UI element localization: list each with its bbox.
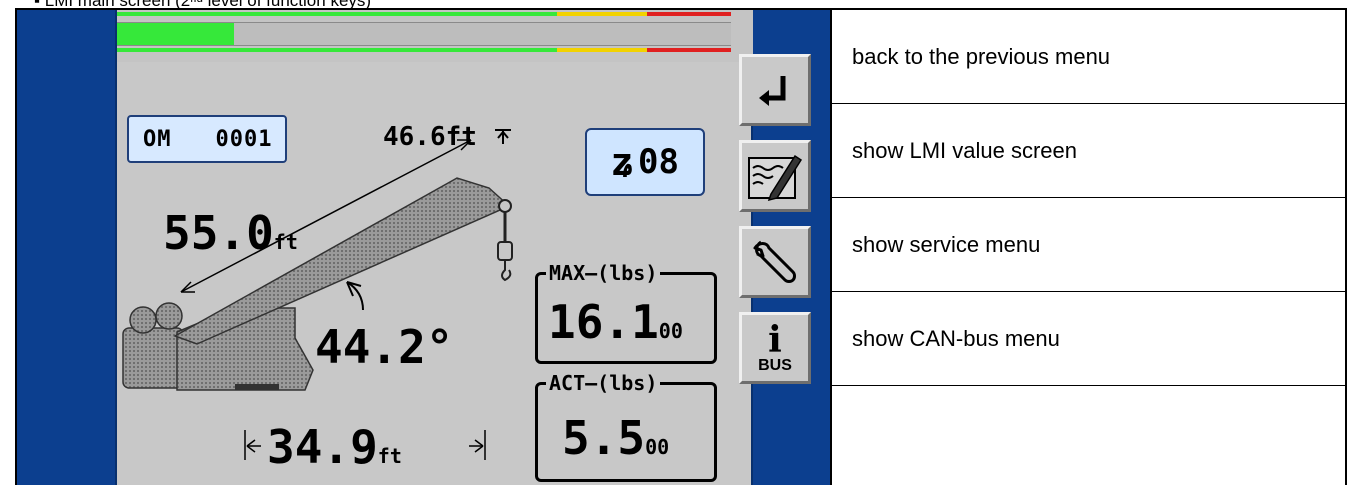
legend-text-lmi-values: show LMI value screen: [852, 137, 1077, 163]
legend-text-service: show service menu: [852, 231, 1041, 257]
info-bus-icon: i BUS: [758, 319, 792, 374]
lmi-values-function-key[interactable]: [739, 140, 811, 212]
reeving-value: 08: [637, 142, 679, 182]
boom-angle-value: 44.2°: [315, 320, 454, 374]
legend-row-back: back to the previous menu: [832, 10, 1347, 104]
actual-load-label: ACT—(lbs): [546, 371, 661, 395]
bus-icon-label: BUS: [758, 357, 792, 374]
max-load-box: MAX—(lbs) 16.100: [535, 261, 717, 364]
lmi-display-panel: OM 0001 46.6ft ʑ 08 55.0ft 44.2° 34.9ft …: [17, 10, 830, 485]
operating-mode-code: 0001: [215, 126, 273, 152]
lmi-screen: OM 0001 46.6ft ʑ 08 55.0ft 44.2° 34.9ft …: [115, 10, 753, 485]
actual-load-readout: 5.500: [562, 411, 669, 465]
function-key-legend: back to the previous menu show LMI value…: [830, 10, 1347, 485]
tip-height-value: 46.6ft: [383, 122, 477, 152]
back-function-key[interactable]: [739, 54, 811, 126]
radius-unit: ft: [377, 444, 402, 468]
radius-value: 34.9: [267, 420, 378, 474]
max-load-label: MAX—(lbs): [546, 261, 661, 285]
radius-readout: 34.9ft: [267, 420, 402, 474]
legend-text-can-bus: show CAN-bus menu: [852, 325, 1060, 351]
operating-mode-display: OM 0001: [127, 115, 287, 163]
can-bus-function-key[interactable]: i BUS: [739, 312, 811, 384]
operating-mode-label: OM: [143, 126, 172, 152]
actual-load-value: 5.5: [562, 411, 646, 465]
max-load-readout: 16.100: [548, 295, 683, 349]
boom-length-unit: ft: [273, 230, 298, 254]
legend-row-service: show service menu: [832, 198, 1347, 292]
boom-length-readout: 55.0ft: [163, 206, 298, 260]
max-load-suffix: 00: [658, 319, 683, 343]
wrench-icon: [753, 240, 796, 283]
actual-load-suffix: 00: [645, 435, 670, 459]
hook-block-icon: ʑ: [611, 140, 634, 184]
legend-row-lmi-values: show LMI value screen: [832, 104, 1347, 198]
legend-text-back: back to the previous menu: [852, 43, 1111, 69]
legend-row-can-bus: show CAN-bus menu: [832, 292, 1347, 386]
return-arrow-icon: [759, 76, 786, 106]
boom-length-value: 55.0: [163, 206, 274, 260]
hook-icon: [501, 260, 512, 282]
pen-edit-icon: [748, 154, 803, 202]
service-menu-function-key[interactable]: [739, 226, 811, 298]
max-load-value: 16.1: [548, 295, 659, 349]
actual-load-box: ACT—(lbs) 5.500: [535, 371, 717, 482]
legend-row-empty: [832, 386, 1347, 480]
reeving-display: ʑ 08: [585, 128, 705, 196]
